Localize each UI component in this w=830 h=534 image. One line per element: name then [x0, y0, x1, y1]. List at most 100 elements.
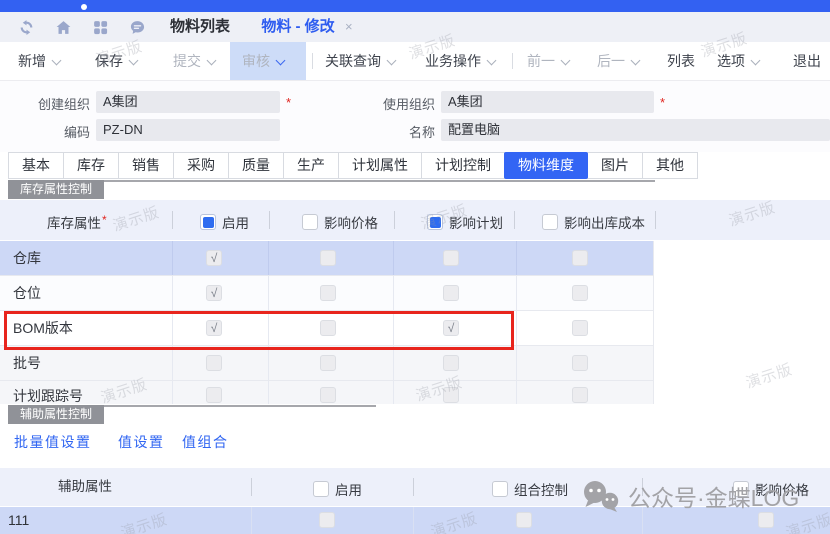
combination-control-checkbox[interactable]: [516, 512, 532, 528]
affect-plan-checkbox[interactable]: [443, 387, 459, 403]
next-button[interactable]: 后一: [597, 42, 639, 80]
row-label: 仓库: [13, 241, 41, 275]
home-icon[interactable]: [55, 19, 72, 36]
enable-header-checkbox[interactable]: [200, 214, 216, 230]
affect-plan-checkbox[interactable]: [443, 285, 459, 301]
affect-outbound-cost-header-checkbox[interactable]: [542, 214, 558, 230]
affect-price-checkbox[interactable]: [320, 250, 336, 266]
table-row-111[interactable]: 111: [0, 507, 830, 534]
new-button[interactable]: 新增: [18, 42, 60, 80]
save-button[interactable]: 保存: [95, 42, 137, 80]
table-row-bom-version[interactable]: BOM版本 √ √: [0, 311, 653, 346]
close-tab-icon[interactable]: ×: [345, 12, 353, 42]
enable-header-checkbox[interactable]: [313, 481, 329, 497]
column-divider: [172, 276, 173, 310]
inventory-table-header: 库存属性* 启用 影响价格 影响计划 影响出库成本: [0, 200, 830, 240]
required-asterisk: *: [660, 92, 665, 114]
sync-icon[interactable]: [18, 19, 35, 36]
apps-grid-icon[interactable]: [92, 19, 109, 36]
affect-plan-header-checkbox[interactable]: [427, 214, 443, 230]
tab-other[interactable]: 其他: [642, 152, 698, 179]
enable-checkbox[interactable]: [319, 512, 335, 528]
tab-basic[interactable]: 基本: [8, 152, 64, 179]
table-row-lot-number[interactable]: 批号: [0, 346, 653, 381]
inventory-section-badge: 库存属性控制: [8, 180, 104, 199]
list-button[interactable]: 列表: [667, 42, 695, 80]
affect-outbound-cost-checkbox[interactable]: [572, 320, 588, 336]
tab-plan-attr[interactable]: 计划属性: [338, 152, 422, 179]
column-divider: [514, 211, 515, 229]
affect-price-checkbox[interactable]: [320, 355, 336, 371]
enable-checkbox[interactable]: √: [206, 320, 222, 336]
tab-purchase[interactable]: 采购: [173, 152, 229, 179]
column-divider: [413, 478, 414, 496]
column-divider: [172, 211, 173, 229]
tab-material-list[interactable]: 物料列表: [155, 12, 245, 42]
affect-plan-checkbox[interactable]: [443, 355, 459, 371]
submit-button[interactable]: 提交: [173, 42, 215, 80]
tab-plan-control[interactable]: 计划控制: [421, 152, 505, 179]
affect-outbound-cost-checkbox[interactable]: [572, 250, 588, 266]
table-row-plan-tracking-number[interactable]: 计划跟踪号: [0, 381, 653, 404]
chevron-down-icon: [387, 56, 397, 66]
column-divider: [268, 276, 269, 310]
chevron-down-icon: [52, 56, 62, 66]
enable-checkbox[interactable]: [206, 355, 222, 371]
affect-plan-checkbox[interactable]: [443, 250, 459, 266]
exit-button[interactable]: 退出: [793, 42, 821, 80]
column-divider: [642, 478, 643, 496]
tab-image[interactable]: 图片: [587, 152, 643, 179]
options-button[interactable]: 选项: [717, 42, 759, 80]
affect-price-checkbox[interactable]: [758, 512, 774, 528]
column-divider: [642, 507, 643, 534]
tab-sales[interactable]: 销售: [118, 152, 174, 179]
business-operation-button[interactable]: 业务操作: [425, 42, 495, 80]
header-bar: 物料列表 物料 - 修改 ×: [0, 12, 830, 42]
audit-button[interactable]: 审核: [242, 42, 284, 80]
material-edit-window: 物料列表 物料 - 修改 × 新增 保存 提交 审核 关联查询 业务操作 前一 …: [0, 0, 830, 534]
column-inventory-attr: 库存属性*: [47, 200, 107, 240]
code-field[interactable]: PZ-DN: [96, 119, 280, 141]
chevron-down-icon: [276, 56, 286, 66]
combination-control-header-checkbox[interactable]: [492, 481, 508, 497]
affect-price-checkbox[interactable]: [320, 320, 336, 336]
affect-outbound-cost-checkbox[interactable]: [572, 355, 588, 371]
column-divider: [172, 311, 173, 345]
enable-checkbox[interactable]: [206, 387, 222, 403]
previous-button[interactable]: 前一: [527, 42, 569, 80]
tab-inventory[interactable]: 库存: [63, 152, 119, 179]
toolbar: 新增 保存 提交 审核 关联查询 业务操作 前一 后一 列表 选项 退出: [0, 42, 830, 80]
name-field[interactable]: 配置电脑: [441, 119, 830, 141]
use-org-field[interactable]: A集团: [441, 91, 654, 113]
group-line: [8, 180, 655, 182]
affect-price-header-checkbox[interactable]: [302, 214, 318, 230]
table-row-bin[interactable]: 仓位 √: [0, 276, 653, 311]
enable-checkbox[interactable]: √: [206, 250, 222, 266]
affect-price-checkbox[interactable]: [320, 387, 336, 403]
tab-material-edit[interactable]: 物料 - 修改: [248, 12, 348, 42]
tab-quality[interactable]: 质量: [228, 152, 284, 179]
message-icon[interactable]: [129, 19, 146, 36]
code-label: 编码: [0, 122, 90, 144]
value-setting-link[interactable]: 值设置: [118, 431, 165, 453]
enable-checkbox[interactable]: √: [206, 285, 222, 301]
batch-value-setting-link[interactable]: 批量值设置: [14, 431, 92, 453]
affect-price-header-checkbox[interactable]: [733, 481, 749, 497]
chevron-down-icon: [751, 56, 761, 66]
detail-tab-bar: 基本 库存 销售 采购 质量 生产 计划属性 计划控制 物料维度 图片 其他: [8, 152, 698, 179]
tab-material-dimension[interactable]: 物料维度: [504, 152, 588, 179]
column-divider: [269, 211, 270, 229]
affect-plan-checkbox[interactable]: √: [443, 320, 459, 336]
tab-production[interactable]: 生产: [283, 152, 339, 179]
value-combination-link[interactable]: 值组合: [182, 431, 229, 453]
affect-outbound-cost-checkbox[interactable]: [572, 285, 588, 301]
toolbar-divider: [312, 53, 313, 69]
column-divider: [516, 346, 517, 380]
related-query-button[interactable]: 关联查询: [325, 42, 395, 80]
table-row-warehouse[interactable]: 仓库 √: [0, 241, 653, 276]
create-org-field[interactable]: A集团: [96, 91, 280, 113]
aux-section-badge: 辅助属性控制: [8, 405, 104, 424]
affect-outbound-cost-checkbox[interactable]: [572, 387, 588, 403]
column-divider: [516, 276, 517, 310]
affect-price-checkbox[interactable]: [320, 285, 336, 301]
